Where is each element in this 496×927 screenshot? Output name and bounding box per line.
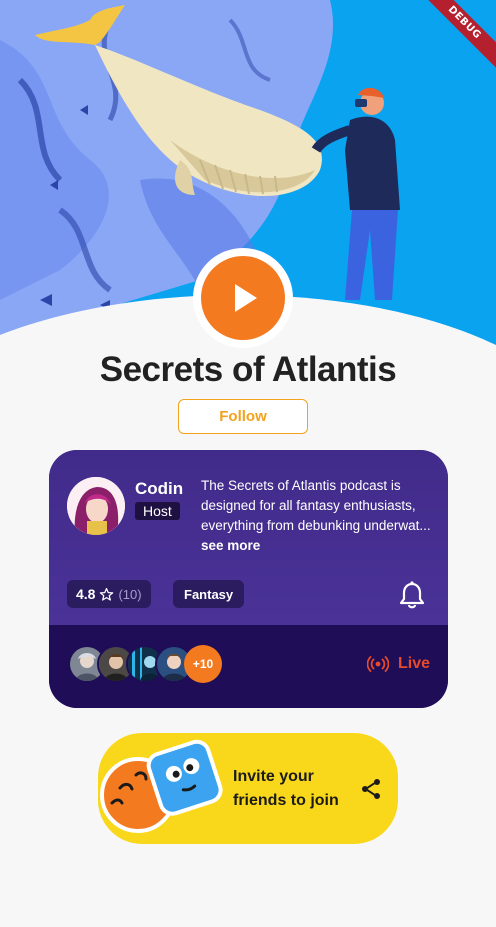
share-icon <box>362 779 380 799</box>
follow-button[interactable]: Follow <box>178 399 308 434</box>
genre-chip[interactable]: Fantasy <box>173 580 245 608</box>
play-button[interactable] <box>193 248 293 348</box>
host-role-badge: Host <box>135 502 180 520</box>
invite-line-1: Invite your <box>233 768 314 785</box>
more-listeners-badge[interactable]: +10 <box>184 645 222 683</box>
invite-text: Invite your friends to join <box>233 765 339 813</box>
invite-mascots-icon <box>100 739 223 833</box>
notification-button[interactable] <box>399 581 425 613</box>
share-button[interactable] <box>360 778 382 804</box>
star-icon <box>100 587 114 601</box>
rating-value: 4.8 <box>76 586 96 602</box>
invite-banner[interactable]: Invite your friends to join <box>98 733 398 844</box>
podcast-title: Secrets of Atlantis <box>99 350 397 389</box>
play-icon <box>235 284 257 312</box>
podcast-card: Codin Host The Secrets of Atlantis podca… <box>49 450 448 708</box>
see-more-link[interactable]: see more <box>201 538 260 553</box>
host-avatar[interactable] <box>67 477 125 535</box>
rating-count: (10) <box>118 586 142 602</box>
bell-icon <box>399 581 425 609</box>
description-text: The Secrets of Atlantis podcast is desig… <box>201 478 431 533</box>
live-indicator[interactable]: Live <box>367 655 430 673</box>
host-portrait-icon <box>67 477 125 535</box>
live-label: Live <box>398 655 431 672</box>
invite-line-2: friends to join <box>233 792 339 809</box>
rating-chip[interactable]: 4.8 (10) <box>67 580 151 608</box>
host-name[interactable]: Codin <box>135 479 183 499</box>
podcast-description: The Secrets of Atlantis podcast is desig… <box>201 476 433 556</box>
broadcast-icon <box>367 656 389 672</box>
